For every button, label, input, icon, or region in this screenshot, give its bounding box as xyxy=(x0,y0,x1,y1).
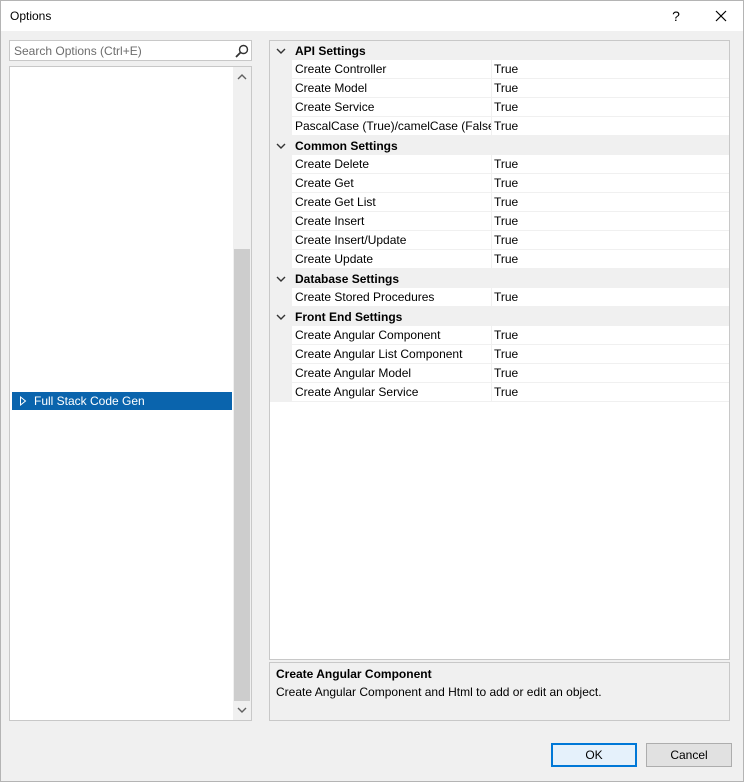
property-gutter xyxy=(270,98,292,117)
close-icon xyxy=(715,10,727,22)
property-row[interactable]: Create Delete True xyxy=(270,155,729,174)
property-row[interactable]: Create Update True xyxy=(270,250,729,269)
property-row[interactable]: Create Insert/Update True xyxy=(270,231,729,250)
property-name[interactable]: Create Controller xyxy=(292,60,492,79)
category-label: Front End Settings xyxy=(295,309,403,324)
scroll-up-button[interactable] xyxy=(233,69,251,85)
category-row[interactable]: Common Settings xyxy=(270,136,729,155)
property-name[interactable]: Create Angular List Component xyxy=(292,345,492,364)
property-name[interactable]: PascalCase (True)/camelCase (False) xyxy=(292,117,492,136)
property-value[interactable]: True xyxy=(492,98,729,117)
search-input[interactable] xyxy=(10,41,230,60)
chevron-up-icon xyxy=(237,74,247,80)
property-value[interactable]: True xyxy=(492,364,729,383)
property-row[interactable]: Create Get List True xyxy=(270,193,729,212)
property-gutter xyxy=(270,174,292,193)
property-value[interactable]: True xyxy=(492,117,729,136)
property-name[interactable]: Create Angular Component xyxy=(292,326,492,345)
options-dialog: Options ? Full Stack Code Gen xyxy=(0,0,744,782)
property-value[interactable]: True xyxy=(492,345,729,364)
property-gutter xyxy=(270,288,292,307)
property-gutter xyxy=(270,79,292,98)
property-row[interactable]: Create Model True xyxy=(270,79,729,98)
category-label: API Settings xyxy=(295,43,366,58)
property-name[interactable]: Create Update xyxy=(292,250,492,269)
category-label: Database Settings xyxy=(295,271,400,286)
property-row[interactable]: Create Angular Component True xyxy=(270,326,729,345)
scroll-thumb[interactable] xyxy=(234,249,250,701)
property-value[interactable]: True xyxy=(492,383,729,402)
property-name[interactable]: Create Stored Procedures xyxy=(292,288,492,307)
property-gutter xyxy=(270,155,292,174)
expand-arrow-icon[interactable] xyxy=(12,396,34,406)
property-row[interactable]: Create Service True xyxy=(270,98,729,117)
property-row[interactable]: Create Angular Model True xyxy=(270,364,729,383)
property-gutter xyxy=(270,383,292,402)
property-row[interactable]: Create Stored Procedures True xyxy=(270,288,729,307)
search-icon[interactable] xyxy=(234,43,250,59)
category-row[interactable]: Database Settings xyxy=(270,269,729,288)
property-gutter xyxy=(270,364,292,383)
property-name[interactable]: Create Get List xyxy=(292,193,492,212)
property-value[interactable]: True xyxy=(492,79,729,98)
property-value[interactable]: True xyxy=(492,174,729,193)
property-name[interactable]: Create Insert/Update xyxy=(292,231,492,250)
property-name[interactable]: Create Delete xyxy=(292,155,492,174)
property-name[interactable]: Create Angular Service xyxy=(292,383,492,402)
property-row[interactable]: Create Insert True xyxy=(270,212,729,231)
property-value[interactable]: True xyxy=(492,193,729,212)
description-title: Create Angular Component xyxy=(276,667,432,681)
property-gutter xyxy=(270,60,292,79)
property-name[interactable]: Create Model xyxy=(292,79,492,98)
property-row[interactable]: Create Controller True xyxy=(270,60,729,79)
tree-item-full-stack-code-gen[interactable]: Full Stack Code Gen xyxy=(12,392,232,410)
property-row[interactable]: PascalCase (True)/camelCase (False) True xyxy=(270,117,729,136)
property-gutter xyxy=(270,250,292,269)
ok-button[interactable]: OK xyxy=(551,743,637,767)
property-grid-body: API Settings Create Controller True Create … xyxy=(270,41,729,402)
description-text: Create Angular Component and Html to add… xyxy=(276,685,602,699)
collapse-chevron-icon[interactable] xyxy=(270,269,292,288)
collapse-chevron-icon[interactable] xyxy=(270,307,292,326)
window-title: Options xyxy=(10,9,52,23)
property-gutter xyxy=(270,193,292,212)
property-value[interactable]: True xyxy=(492,155,729,174)
property-name[interactable]: Create Get xyxy=(292,174,492,193)
property-value[interactable]: True xyxy=(492,288,729,307)
property-gutter xyxy=(270,345,292,364)
title-bar: Options ? xyxy=(1,1,743,31)
category-row[interactable]: Front End Settings xyxy=(270,307,729,326)
scroll-down-button[interactable] xyxy=(233,702,251,718)
property-grid: API Settings Create Controller True Create … xyxy=(269,40,730,660)
category-row[interactable]: API Settings xyxy=(270,41,729,60)
collapse-chevron-icon[interactable] xyxy=(270,41,292,60)
property-value[interactable]: True xyxy=(492,60,729,79)
property-row[interactable]: Create Angular Service True xyxy=(270,383,729,402)
property-value[interactable]: True xyxy=(492,250,729,269)
chevron-down-icon xyxy=(237,707,247,713)
category-label: Common Settings xyxy=(295,138,398,153)
options-tree: Full Stack Code Gen xyxy=(9,66,252,721)
property-gutter xyxy=(270,212,292,231)
close-button[interactable] xyxy=(701,1,741,31)
collapse-chevron-icon[interactable] xyxy=(270,136,292,155)
tree-scrollbar[interactable] xyxy=(233,67,251,720)
property-name[interactable]: Create Angular Model xyxy=(292,364,492,383)
property-name[interactable]: Create Service xyxy=(292,98,492,117)
property-value[interactable]: True xyxy=(492,326,729,345)
property-value[interactable]: True xyxy=(492,212,729,231)
property-value[interactable]: True xyxy=(492,231,729,250)
property-name[interactable]: Create Insert xyxy=(292,212,492,231)
tree-item-label: Full Stack Code Gen xyxy=(34,394,145,408)
cancel-button[interactable]: Cancel xyxy=(646,743,732,767)
description-pane: Create Angular Component Create Angular … xyxy=(269,662,730,721)
property-gutter xyxy=(270,326,292,345)
property-gutter xyxy=(270,117,292,136)
property-row[interactable]: Create Angular List Component True xyxy=(270,345,729,364)
search-box xyxy=(9,40,252,61)
property-gutter xyxy=(270,231,292,250)
property-row[interactable]: Create Get True xyxy=(270,174,729,193)
help-button[interactable]: ? xyxy=(656,1,696,31)
